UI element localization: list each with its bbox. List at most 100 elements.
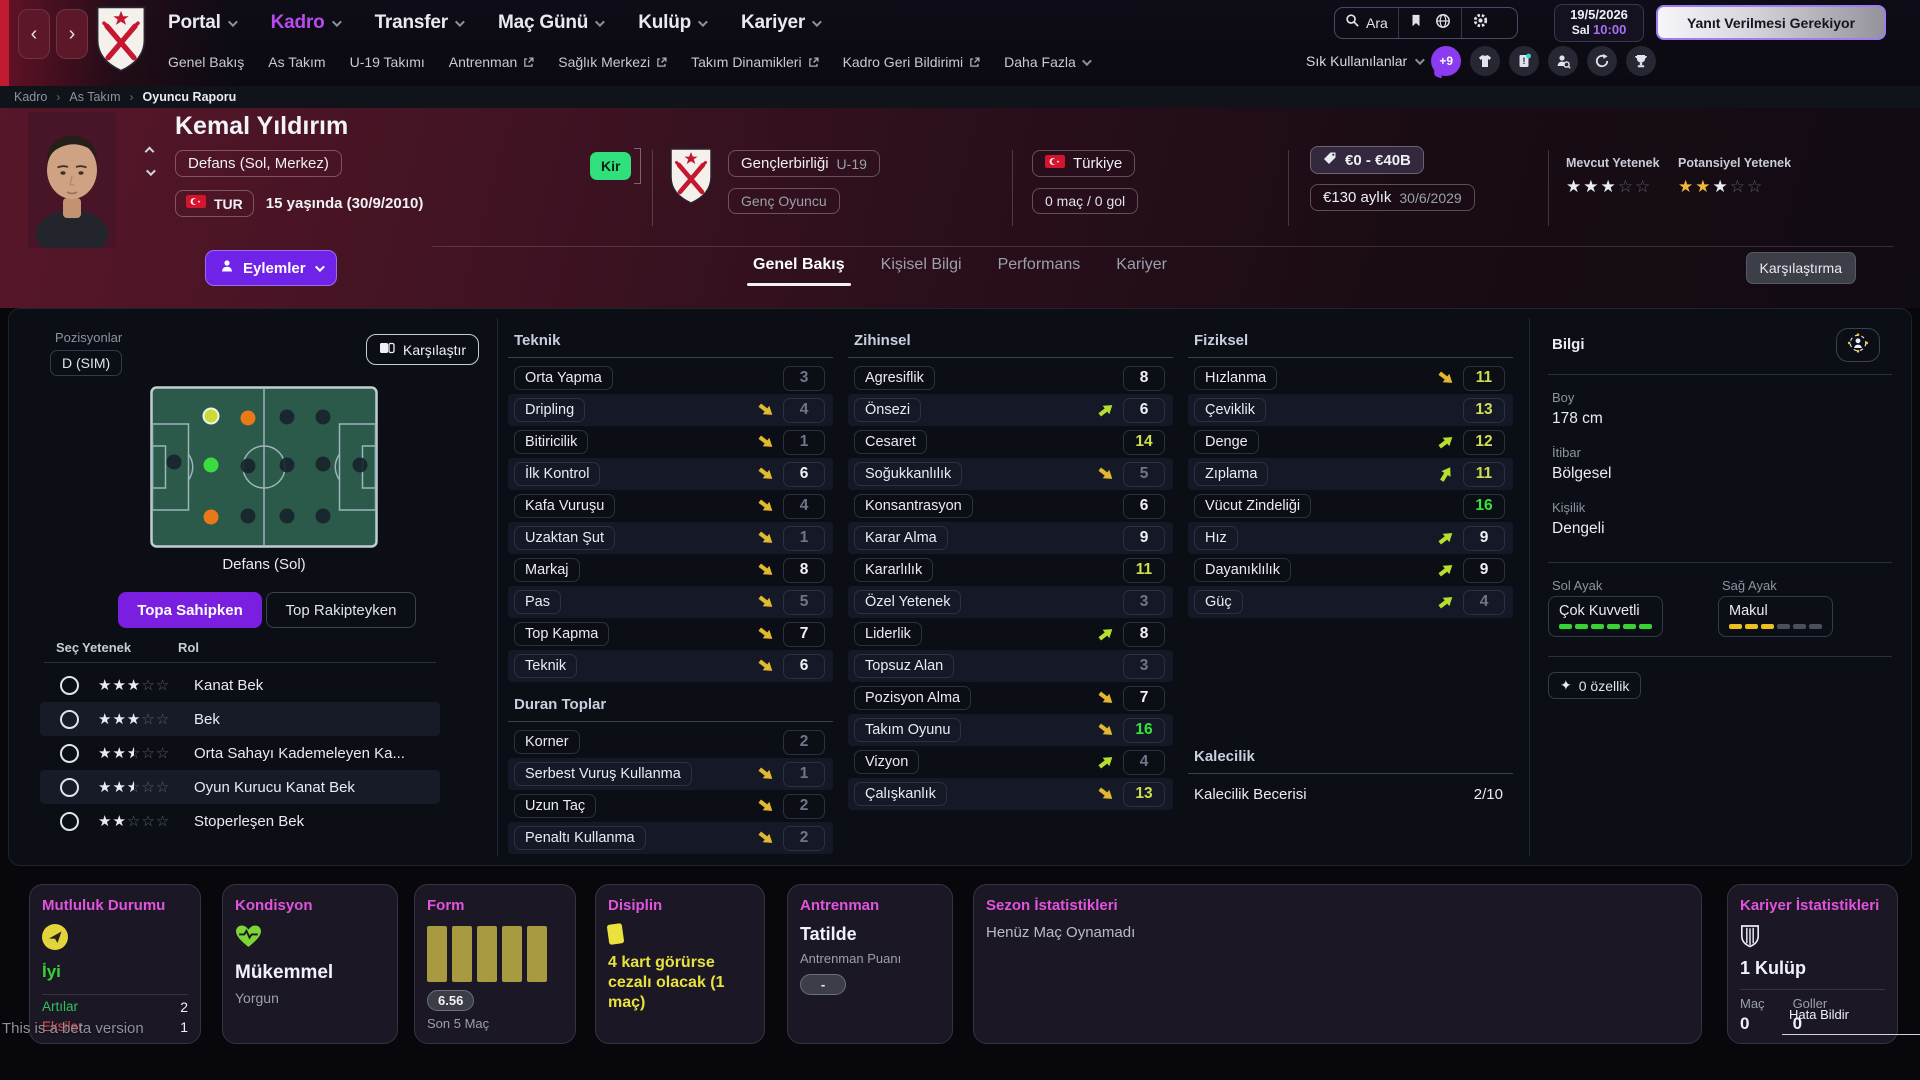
- season-stats-text: Henüz Maç Oynamadı: [986, 924, 1689, 941]
- menu-portal[interactable]: Portal: [168, 12, 235, 34]
- role-radio[interactable]: [60, 744, 79, 763]
- role-radio[interactable]: [60, 676, 79, 695]
- subnav-as-tak-m[interactable]: As Takım: [268, 54, 325, 70]
- nation-team-chip[interactable]: Türkiye: [1032, 150, 1135, 177]
- prev-player-button[interactable]: [145, 147, 155, 157]
- back-button[interactable]: ‹: [18, 9, 50, 59]
- season-stats-card[interactable]: Sezon İstatistikleri Henüz Maç Oynamadı: [973, 884, 1702, 1044]
- breadcrumb-item-as-tak-m[interactable]: As Takım: [69, 90, 120, 104]
- favorites-dropdown[interactable]: Sık Kullanılanlar: [1306, 53, 1422, 69]
- shirt-icon[interactable]: [1470, 46, 1500, 76]
- breadcrumb-item-kadro[interactable]: Kadro: [14, 90, 47, 104]
- compare-button[interactable]: Karşılaştırma: [1746, 252, 1856, 284]
- external-link-icon: [808, 57, 819, 68]
- role-radio[interactable]: [60, 778, 79, 797]
- form-bar: [527, 926, 547, 982]
- training-card[interactable]: Antrenman Tatilde Antrenman Puanı -: [787, 884, 953, 1044]
- role-radio[interactable]: [60, 710, 79, 729]
- role-radio[interactable]: [60, 812, 79, 831]
- attribute-value: 4: [783, 398, 825, 423]
- divider: [1548, 656, 1892, 657]
- subnav-genel-bak[interactable]: Genel Bakış: [168, 54, 244, 70]
- value-chip[interactable]: €0 - €40B: [1310, 146, 1424, 174]
- subnav-sa-l-k-merkezi[interactable]: Sağlık Merkezi: [558, 54, 667, 70]
- role-row-orta-sahay-kademeleyen-ka[interactable]: ★★☆★☆☆Orta Sahayı Kademeleyen Ka...: [40, 736, 440, 770]
- attribute-value: 16: [1123, 718, 1165, 743]
- accent-strip: [0, 0, 9, 86]
- menu-kul-p[interactable]: Kulüp: [638, 12, 705, 34]
- menu-label: Kariyer: [741, 12, 805, 34]
- role-row-kanat-bek[interactable]: ★★★☆☆Kanat Bek: [40, 668, 440, 702]
- toggle-out-of-possession[interactable]: Top Rakipteyken: [266, 592, 416, 628]
- trend-down-icon: [755, 763, 777, 785]
- subnav-daha-fazla[interactable]: Daha Fazla: [1004, 54, 1089, 70]
- globe-icon[interactable]: [1435, 13, 1451, 34]
- traits-chip[interactable]: ✦ 0 özellik: [1548, 672, 1641, 699]
- toggle-in-possession[interactable]: Topa Sahipken: [118, 592, 262, 628]
- attribute-orta-yapma: Orta Yapma3: [508, 362, 833, 394]
- training-sub: Antrenman Puanı: [800, 951, 940, 966]
- col-select: Seç: [40, 640, 82, 655]
- tab-ki-isel-bilgi[interactable]: Kişisel Bilgi: [881, 256, 962, 286]
- next-player-button[interactable]: [146, 166, 156, 176]
- game-date[interactable]: 19/5/2026 Sal 10:00: [1554, 4, 1644, 42]
- menu-kariyer[interactable]: Kariyer: [741, 12, 819, 34]
- attribute-vizyon: Vizyon4: [848, 746, 1173, 778]
- beta-watermark: This is a beta version: [2, 1020, 144, 1037]
- actions-button[interactable]: Eylemler: [205, 250, 337, 286]
- role-row-stoperle-en-bek[interactable]: ★★☆☆☆Stoperleşen Bek: [40, 804, 440, 838]
- club-crest-logo[interactable]: [92, 5, 150, 73]
- subnav-u-19-tak-m[interactable]: U-19 Takımı: [350, 54, 425, 70]
- attribute-value: 13: [1123, 782, 1165, 807]
- player-position-chip[interactable]: Defans (Sol, Merkez): [175, 150, 342, 177]
- player-radar-button[interactable]: [1836, 328, 1880, 362]
- breadcrumb-item-oyuncu-raporu: Oyuncu Raporu: [143, 90, 237, 104]
- nationality-chip[interactable]: TUR: [175, 190, 254, 217]
- club-chip[interactable]: Gençlerbirliği U-19: [728, 150, 880, 177]
- club-crest-small[interactable]: [668, 146, 714, 206]
- trend-down-icon: [755, 559, 777, 581]
- top-nav-bar: ‹ › Portal Kadro Transfer Maç Günü Kulüp Kari…: [0, 0, 1920, 86]
- attribute-name: Vizyon: [854, 750, 919, 774]
- position-dot-competent: [241, 411, 256, 426]
- subnav-tak-m-dinamikleri[interactable]: Takım Dinamikleri: [691, 54, 818, 70]
- sync-icon[interactable]: [1587, 46, 1617, 76]
- report-bug-link[interactable]: Hata Bildir: [1789, 1007, 1849, 1022]
- bookmark-icon[interactable]: [1409, 13, 1423, 33]
- search-button[interactable]: Ara: [1335, 8, 1398, 38]
- attribute-name: Agresiflik: [854, 366, 935, 390]
- positions-compare-button[interactable]: Karşılaştır: [366, 334, 479, 365]
- attribute-name: Teknik: [514, 654, 577, 678]
- player-portrait[interactable]: [28, 112, 116, 248]
- position-pitch-map[interactable]: [150, 386, 378, 548]
- menu-transfer[interactable]: Transfer: [375, 12, 462, 34]
- forward-button[interactable]: ›: [56, 9, 88, 59]
- messages-icon[interactable]: +9: [1431, 46, 1461, 76]
- trophy-icon[interactable]: [1626, 46, 1656, 76]
- gear-icon[interactable]: [1472, 12, 1489, 34]
- attribute-name: Uzaktan Şut: [514, 526, 615, 550]
- right-foot-label: Sağ Ayak: [1722, 578, 1777, 593]
- continue-button[interactable]: Yanıt Verilmesi Gerekiyor: [1656, 5, 1886, 40]
- tab-genel-bak[interactable]: Genel Bakış: [753, 256, 845, 286]
- form-card[interactable]: Form 6.56 Son 5 Maç: [414, 884, 576, 1044]
- subnav-label: Takım Dinamikleri: [691, 54, 801, 70]
- tab-kariyer[interactable]: Kariyer: [1116, 256, 1167, 286]
- condition-card[interactable]: Kondisyon Mükemmel Yorgun: [222, 884, 398, 1044]
- menu-kadro[interactable]: Kadro: [271, 12, 339, 34]
- tab-performans[interactable]: Performans: [998, 256, 1081, 286]
- role-row-bek[interactable]: ★★★☆☆Bek: [40, 702, 440, 736]
- subnav-antrenman[interactable]: Antrenman: [449, 54, 534, 70]
- wage: €130 aylık: [1323, 189, 1391, 206]
- tool-icons: +9!: [1431, 46, 1656, 76]
- role-row-oyun-kurucu-kanat-bek[interactable]: ★★☆★☆☆Oyun Kurucu Kanat Bek: [40, 770, 440, 804]
- scouting-icon[interactable]: [1548, 46, 1578, 76]
- training-title: Antrenman: [800, 897, 940, 914]
- subnav-kadro-geri-bildirimi[interactable]: Kadro Geri Bildirimi: [843, 54, 981, 70]
- divider: [42, 994, 188, 995]
- info-label: Kişilik: [1552, 500, 1882, 515]
- trend-up-icon: [1095, 623, 1117, 645]
- menu-ma-g-n[interactable]: Maç Günü: [498, 12, 602, 34]
- discipline-card[interactable]: Disiplin 4 kart görürse cezalı olacak (1…: [595, 884, 765, 1044]
- report-card-icon[interactable]: !: [1509, 46, 1539, 76]
